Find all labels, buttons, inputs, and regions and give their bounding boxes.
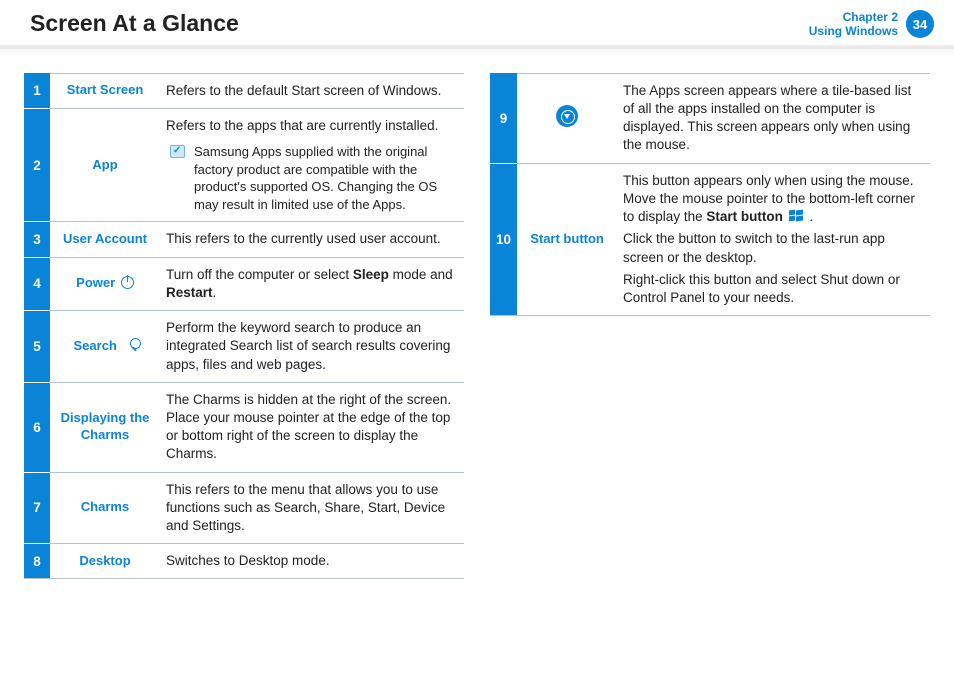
- ref-label: Start button: [517, 163, 617, 316]
- chapter-block: Chapter 2 Using Windows 34: [809, 10, 934, 39]
- table-row: 3 User Account This refers to the curren…: [24, 222, 464, 257]
- note-block: Samsung Apps supplied with the original …: [166, 143, 458, 213]
- table-row: 10 Start button This button appears only…: [490, 163, 930, 316]
- table-row: 8 Desktop Switches to Desktop mode.: [24, 544, 464, 579]
- ref-desc: The Apps screen appears where a tile-bas…: [617, 73, 930, 163]
- windows-logo-icon: [789, 210, 804, 223]
- reference-table-left: 1 Start Screen Refers to the default Sta…: [24, 73, 464, 580]
- ref-label: Start Screen: [50, 73, 160, 108]
- table-row: 6 Displaying the Charms The Charms is hi…: [24, 382, 464, 472]
- label-text: Search: [74, 338, 117, 353]
- ref-desc: Perform the keyword search to produce an…: [160, 311, 464, 383]
- ref-desc-text: Refers to the apps that are currently in…: [166, 117, 458, 135]
- right-column: 9 The Apps screen appears where a tile-b…: [490, 73, 930, 580]
- reference-table-right: 9 The Apps screen appears where a tile-b…: [490, 73, 930, 316]
- ref-label: Desktop: [50, 544, 160, 579]
- ref-desc: The Charms is hidden at the right of the…: [160, 382, 464, 472]
- chapter-line2: Using Windows: [809, 24, 898, 38]
- ref-label: Charms: [50, 472, 160, 544]
- ref-label: Power: [50, 257, 160, 310]
- desc-line: Right-click this button and select Shut …: [623, 271, 924, 307]
- search-icon: [123, 338, 137, 352]
- ref-label: Search: [50, 311, 160, 383]
- ref-desc: Refers to the default Start screen of Wi…: [160, 73, 464, 108]
- table-row: 5 Search Perform the keyword search to p…: [24, 311, 464, 383]
- down-arrow-circle-icon: [556, 105, 578, 127]
- chapter-label: Chapter 2 Using Windows: [809, 10, 898, 39]
- ref-number: 1: [24, 73, 50, 108]
- content-area: 1 Start Screen Refers to the default Sta…: [0, 49, 954, 580]
- ref-desc: Refers to the apps that are currently in…: [160, 109, 464, 222]
- ref-number: 2: [24, 109, 50, 222]
- chapter-line1: Chapter 2: [809, 10, 898, 24]
- desc-line: This button appears only when using the …: [623, 172, 924, 227]
- ref-number: 10: [490, 163, 517, 316]
- table-row: 7 Charms This refers to the menu that al…: [24, 472, 464, 544]
- ref-desc: This button appears only when using the …: [617, 163, 930, 316]
- table-row: 9 The Apps screen appears where a tile-b…: [490, 73, 930, 163]
- ref-number: 4: [24, 257, 50, 310]
- ref-number: 5: [24, 311, 50, 383]
- page-number-badge: 34: [906, 10, 934, 38]
- table-row: 4 Power Turn off the computer or select …: [24, 257, 464, 310]
- page-title: Screen At a Glance: [30, 10, 239, 37]
- table-row: 1 Start Screen Refers to the default Sta…: [24, 73, 464, 108]
- ref-label: User Account: [50, 222, 160, 257]
- label-text: Power: [76, 275, 115, 290]
- ref-desc: This refers to the menu that allows you …: [160, 472, 464, 544]
- ref-desc: This refers to the currently used user a…: [160, 222, 464, 257]
- left-column: 1 Start Screen Refers to the default Sta…: [24, 73, 464, 580]
- table-row: 2 App Refers to the apps that are curren…: [24, 109, 464, 222]
- ref-label: Displaying the Charms: [50, 382, 160, 472]
- ref-desc: Switches to Desktop mode.: [160, 544, 464, 579]
- ref-label: [517, 73, 617, 163]
- ref-number: 9: [490, 73, 517, 163]
- ref-desc: Turn off the computer or select Sleep mo…: [160, 257, 464, 310]
- note-text: Samsung Apps supplied with the original …: [194, 143, 458, 213]
- power-icon: [121, 276, 134, 289]
- ref-number: 6: [24, 382, 50, 472]
- ref-number: 8: [24, 544, 50, 579]
- page-header: Screen At a Glance Chapter 2 Using Windo…: [0, 0, 954, 49]
- ref-label: App: [50, 109, 160, 222]
- ref-number: 7: [24, 472, 50, 544]
- memo-icon: [170, 145, 186, 159]
- ref-number: 3: [24, 222, 50, 257]
- desc-line: Click the button to switch to the last-r…: [623, 230, 924, 266]
